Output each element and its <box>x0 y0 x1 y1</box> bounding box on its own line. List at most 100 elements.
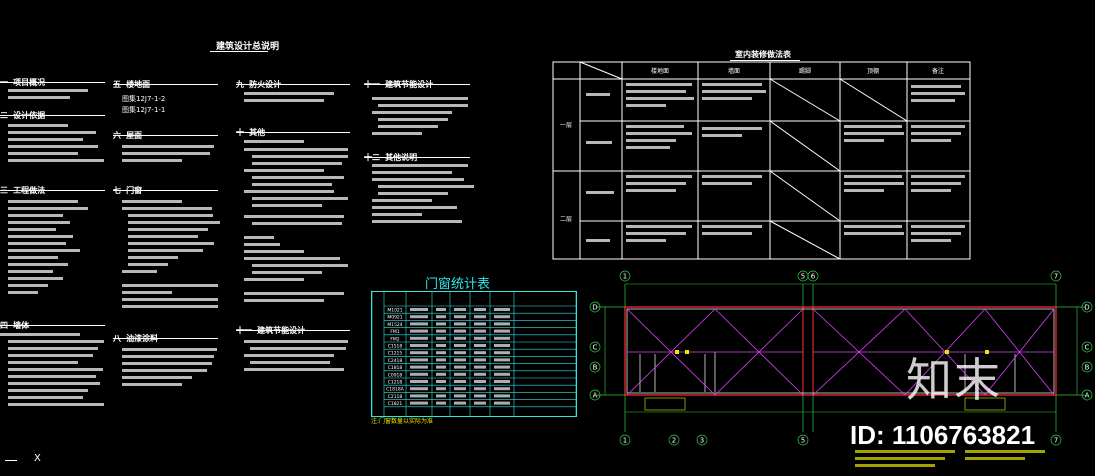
cell-text <box>474 315 486 319</box>
door-window-code: FM2 <box>390 336 399 342</box>
section-heading: 项目概况 <box>13 78 46 87</box>
cell-text <box>494 329 510 333</box>
title-underline <box>210 51 268 52</box>
cell-text <box>494 308 510 311</box>
section-heading: 一 <box>0 78 8 87</box>
cell-text <box>494 351 510 355</box>
cell-text <box>494 336 510 340</box>
cell-text <box>494 372 510 376</box>
cell-text <box>436 372 446 376</box>
section-heading: 二 <box>0 111 8 120</box>
cell-text <box>474 322 486 326</box>
section-heading: 六 <box>113 131 121 140</box>
axis-bubble-bottom-label: 7 <box>1054 437 1058 445</box>
door-window-code: FM1 <box>390 329 399 335</box>
stair <box>644 397 686 411</box>
cell-text <box>410 394 428 398</box>
section-heading: 其他 <box>249 128 266 137</box>
cell-text <box>436 401 446 405</box>
cell-text <box>454 344 466 347</box>
cell-text <box>454 401 466 405</box>
section-heading: 楼地面 <box>126 80 151 89</box>
axis-bubble-left-label: C <box>593 344 598 352</box>
cell-text <box>410 380 428 383</box>
cell-text <box>454 329 466 333</box>
col-header: 楼地面 <box>651 67 669 75</box>
cell-text <box>410 344 428 347</box>
cell-text <box>474 394 486 398</box>
floor-label: 二层 <box>560 216 572 223</box>
section-heading: 建筑节能设计 <box>385 80 434 89</box>
section-heading: 油漆涂料 <box>126 334 159 343</box>
door-window-code: C2418 <box>388 358 403 364</box>
axis-bubble-bottom-label: 3 <box>700 437 704 445</box>
door-window-code: M1021 <box>387 308 402 314</box>
cell-text <box>474 401 486 405</box>
cell-text <box>410 401 428 405</box>
cell-text <box>436 322 446 326</box>
id-watermark: ID: 1106763821 <box>850 420 1036 450</box>
cell-text <box>474 387 486 391</box>
door-window-code: C1218 <box>388 380 403 386</box>
cell-text <box>474 329 486 333</box>
cell-text <box>454 394 466 398</box>
section-heading: 工程做法 <box>13 186 46 195</box>
section-heading: 十一 <box>364 80 380 89</box>
section-heading: 其他说明 <box>385 153 418 162</box>
cell-text <box>494 358 510 362</box>
cell-text <box>474 344 486 347</box>
col-header: 踢脚 <box>799 67 811 75</box>
column-mark <box>675 350 679 354</box>
cell-text <box>410 336 428 340</box>
col-header: 备注 <box>932 67 944 75</box>
cell-text <box>410 351 428 355</box>
door-window-code: C1818A <box>386 387 405 393</box>
axis-bubble-right-label: C <box>1085 344 1090 352</box>
axis-bubble-top-label: 1 <box>623 273 627 281</box>
section-heading: 十一 <box>236 326 252 335</box>
door-window-code: C1821 <box>388 401 403 407</box>
door-window-code: M0921 <box>387 315 402 321</box>
axis-bubble-bottom-label: 1 <box>623 437 627 445</box>
cell-text <box>494 322 510 326</box>
section-heading: 八 <box>113 334 121 343</box>
plan-note <box>965 457 1025 460</box>
axis-bubble-right-label: B <box>1085 364 1090 372</box>
cell-text <box>474 336 486 340</box>
cell-text <box>474 380 486 383</box>
plan-note <box>855 457 945 460</box>
column-mark <box>685 350 689 354</box>
col-header: 墙面 <box>728 67 740 75</box>
cell-text <box>454 336 466 340</box>
axis-bubble-top-label: 7 <box>1054 273 1058 281</box>
section-heading: 五 <box>113 80 121 89</box>
section-heading: 三 <box>0 186 8 195</box>
section-heading: 墙体 <box>13 321 30 330</box>
door-window-code: M1524 <box>387 322 402 328</box>
cell-text <box>436 308 446 311</box>
room-finish-table: 楼地面 墙面 踢脚 顶棚 备注 一层 二层 <box>552 61 971 260</box>
ucs-axis <box>5 460 17 461</box>
axis-bubble-right-label: D <box>1084 304 1089 312</box>
section-heading: 屋面 <box>126 131 143 140</box>
cell-text <box>410 358 428 362</box>
cell-text <box>474 358 486 362</box>
cell-text <box>454 372 466 376</box>
cell-text <box>454 308 466 311</box>
brand-watermark: 知末 <box>906 354 1002 406</box>
cell-text <box>410 322 428 326</box>
section-heading: 十 <box>236 128 244 137</box>
door-window-code: C0918 <box>388 372 403 378</box>
cell-text <box>474 365 486 369</box>
cell-text <box>474 372 486 376</box>
cell-text <box>454 387 466 391</box>
door-window-table-note: 注:门窗数量以实际为准 <box>371 418 434 425</box>
atlas-ref: 图集12J7-1-2 <box>122 95 166 103</box>
axis-bubble-top-label: 5 <box>801 273 805 281</box>
notes-column-1: 一 项目概况 <box>0 70 105 87</box>
col-header: 顶棚 <box>867 67 879 75</box>
cell-text <box>436 344 446 347</box>
section-heading: 设计依据 <box>13 111 46 120</box>
cell-text <box>454 351 466 355</box>
plan-note <box>855 464 935 467</box>
